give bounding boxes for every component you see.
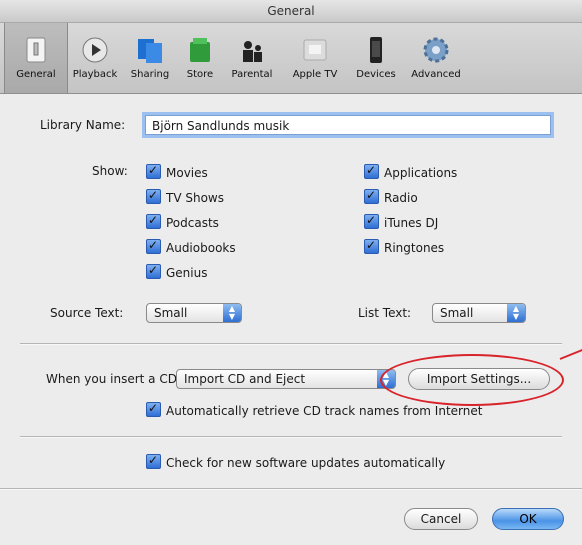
tab-advanced-label: Advanced [411, 69, 461, 80]
store-bag-icon [190, 38, 210, 62]
checkbox-checked-icon [364, 237, 379, 254]
tab-sharing[interactable]: Sharing [124, 29, 176, 89]
popup-arrows-icon: ▲ ▼ [377, 370, 395, 388]
ok-button[interactable]: OK [492, 508, 564, 530]
divider [20, 343, 562, 345]
checkbox-checked-icon [364, 212, 379, 229]
tv-shows-checkbox[interactable]: TV Shows [146, 187, 224, 205]
gear-icon [423, 37, 449, 63]
checkbox-checked-icon [146, 162, 161, 179]
tab-playback-label: Playback [72, 69, 118, 80]
tab-sharing-label: Sharing [130, 69, 170, 80]
applications-checkbox[interactable]: Applications [364, 162, 457, 180]
auto-retrieve-checkbox[interactable]: Automatically retrieve CD track names fr… [146, 400, 482, 418]
general-switch-icon [26, 37, 46, 63]
window-title: General [0, 0, 582, 23]
cancel-button[interactable]: Cancel [404, 508, 478, 530]
popup-arrows-icon: ▲ ▼ [223, 304, 241, 322]
tab-parental[interactable]: Parental [224, 29, 280, 89]
divider [0, 488, 582, 490]
highlight-pointer-line [559, 348, 582, 360]
checkbox-checked-icon [146, 212, 161, 229]
ringtones-checkbox[interactable]: Ringtones [364, 237, 444, 255]
movies-checkbox[interactable]: Movies [146, 162, 208, 180]
preferences-toolbar: General Playback Sharing Store Parental [0, 23, 582, 94]
insert-cd-label: When you insert a CD: [46, 372, 181, 386]
import-settings-button[interactable]: Import Settings... [408, 368, 550, 390]
checkbox-checked-icon [146, 452, 161, 469]
tab-advanced[interactable]: Advanced [404, 29, 468, 89]
itunes-dj-checkbox[interactable]: iTunes DJ [364, 212, 438, 230]
insert-cd-popup[interactable]: Import CD and Eject ▲ ▼ [176, 369, 396, 389]
tab-apple-tv-label: Apple TV [292, 69, 338, 80]
checkbox-checked-icon [146, 237, 161, 254]
tab-store[interactable]: Store [178, 29, 222, 89]
checkbox-checked-icon [146, 400, 161, 417]
tab-playback[interactable]: Playback [68, 29, 122, 89]
checkbox-checked-icon [146, 187, 161, 204]
library-name-label: Library Name: [40, 118, 126, 132]
checkbox-checked-icon [146, 262, 161, 279]
popup-arrows-icon: ▲ ▼ [507, 304, 525, 322]
tab-general[interactable]: General [4, 23, 68, 93]
library-name-field[interactable]: Björn Sandlunds musik [145, 115, 551, 135]
apple-tv-icon [303, 39, 327, 61]
tab-apple-tv[interactable]: Apple TV [284, 29, 346, 89]
genius-checkbox[interactable]: Genius [146, 262, 207, 280]
podcasts-checkbox[interactable]: Podcasts [146, 212, 219, 230]
sharing-icon [138, 39, 162, 63]
show-label: Show: [92, 164, 128, 178]
check-updates-checkbox[interactable]: Check for new software updates automatic… [146, 452, 445, 470]
source-text-popup[interactable]: Small ▲ ▼ [146, 303, 242, 323]
tab-store-label: Store [186, 69, 214, 80]
list-text-label: List Text: [358, 306, 412, 320]
parental-icon [243, 41, 262, 62]
tab-devices-label: Devices [356, 69, 396, 80]
divider [20, 436, 562, 438]
radio-checkbox[interactable]: Radio [364, 187, 418, 205]
iphone-icon [370, 37, 382, 63]
audiobooks-checkbox[interactable]: Audiobooks [146, 237, 236, 255]
checkbox-checked-icon [364, 187, 379, 204]
play-icon [82, 37, 108, 63]
tab-general-label: General [16, 69, 56, 80]
source-text-label: Source Text: [50, 306, 124, 320]
tab-devices[interactable]: Devices [350, 29, 402, 89]
checkbox-checked-icon [364, 162, 379, 179]
tab-parental-label: Parental [231, 69, 273, 80]
list-text-popup[interactable]: Small ▲ ▼ [432, 303, 526, 323]
